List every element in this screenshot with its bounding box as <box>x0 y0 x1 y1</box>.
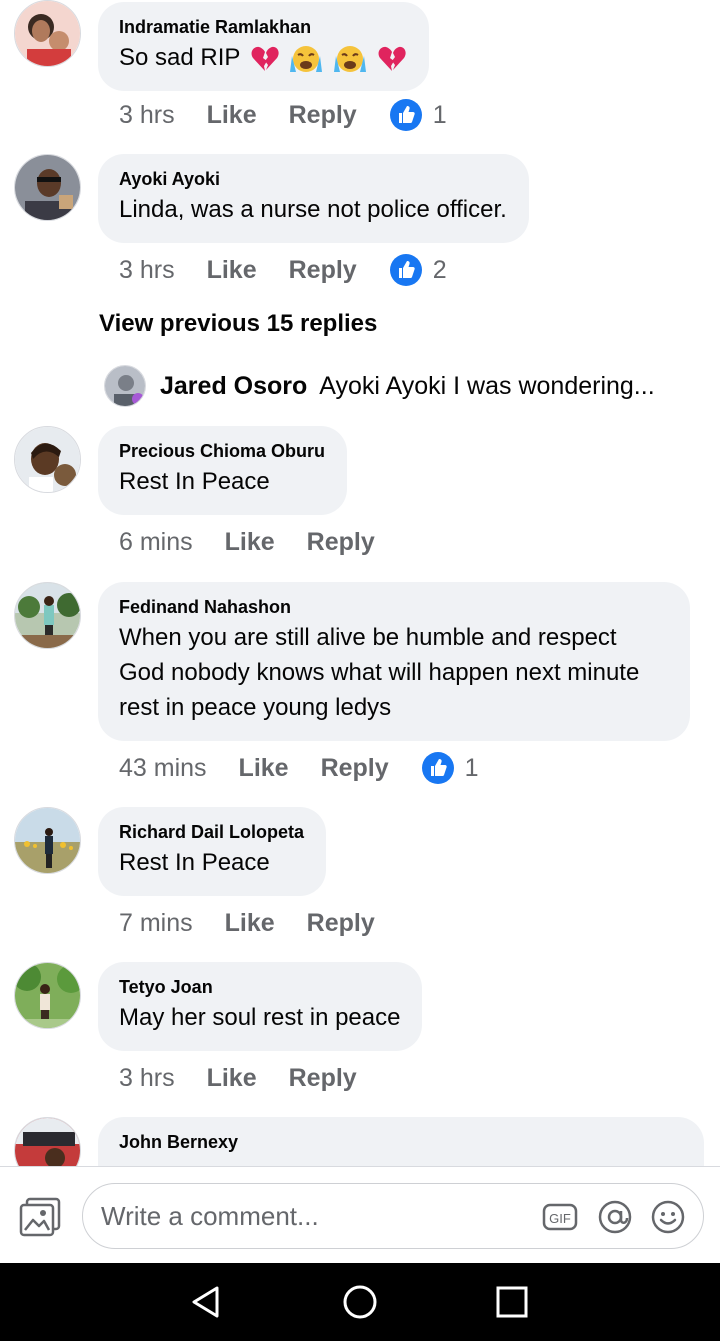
crying-face-icon <box>333 45 366 72</box>
reply-button[interactable]: Reply <box>289 101 357 130</box>
view-previous-replies-link[interactable]: View previous 15 replies <box>99 310 377 338</box>
reaction-summary[interactable]: 2 <box>389 253 447 287</box>
comment-time[interactable]: 43 mins <box>119 754 207 783</box>
comment-actions: 3 hrs Like Reply <box>119 1061 389 1095</box>
like-reaction-icon <box>389 99 422 131</box>
comment-actions: 3 hrs Like Reply 2 <box>119 253 447 287</box>
reaction-count: 1 <box>432 100 447 129</box>
comment-input-placeholder[interactable]: Write a comment... <box>101 1201 319 1232</box>
like-reaction-icon <box>389 254 422 286</box>
comment-text: May her soul rest in peace <box>119 1004 401 1031</box>
avatar[interactable] <box>14 807 81 874</box>
comment-input[interactable]: Write a comment... GIF <box>82 1183 704 1249</box>
comment-author[interactable]: Richard Dail Lolopeta <box>119 821 304 843</box>
mention-icon[interactable] <box>597 1199 633 1235</box>
comment-author[interactable]: Tetyo Joan <box>119 976 400 998</box>
comment-text: So sad RIP <box>119 40 407 75</box>
home-icon[interactable] <box>343 1285 377 1319</box>
comment-bubble[interactable]: Fedinand Nahashon When you are still ali… <box>98 582 690 741</box>
avatar[interactable] <box>14 154 81 221</box>
comment-composer: Write a comment... GIF <box>0 1166 720 1263</box>
reply-preview[interactable]: Jared Osoro Ayoki Ayoki I was wondering.… <box>104 365 714 407</box>
reply-button[interactable]: Reply <box>289 256 357 285</box>
emoji-icon[interactable] <box>650 1199 686 1235</box>
comment-feed: Indramatie Ramlakhan So sad RIP 3 hrs Li… <box>0 0 720 1166</box>
comment-text: Rest In Peace <box>119 468 270 495</box>
comment-actions: 43 mins Like Reply 1 <box>119 751 479 785</box>
reply-button[interactable]: Reply <box>289 1064 357 1093</box>
comment-actions: 3 hrs Like Reply 1 <box>119 98 447 132</box>
avatar[interactable] <box>14 0 81 67</box>
avatar[interactable] <box>14 1117 81 1166</box>
reply-author[interactable]: Jared Osoro <box>160 372 307 401</box>
svg-text:GIF: GIF <box>549 1211 571 1226</box>
comment-time[interactable]: 3 hrs <box>119 256 175 285</box>
reply-button[interactable]: Reply <box>321 754 389 783</box>
avatar[interactable] <box>14 426 81 493</box>
gif-icon[interactable]: GIF <box>542 1199 578 1235</box>
crying-face-icon <box>290 45 323 72</box>
comment-time[interactable]: 3 hrs <box>119 101 175 130</box>
comment-bubble[interactable]: Ayoki Ayoki Linda, was a nurse not polic… <box>98 154 529 243</box>
comment-time[interactable]: 7 mins <box>119 909 193 938</box>
comment-text: Linda, was a nurse not police officer. <box>119 196 507 223</box>
comment-actions: 7 mins Like Reply <box>119 906 407 940</box>
like-button[interactable]: Like <box>207 256 257 285</box>
reaction-count: 2 <box>432 255 447 284</box>
comment-bubble[interactable]: Richard Dail Lolopeta Rest In Peace <box>98 807 327 896</box>
back-icon[interactable] <box>189 1285 223 1319</box>
comment-bubble[interactable]: Indramatie Ramlakhan So sad RIP <box>98 2 429 91</box>
comment-text: When you are still alive be humble and r… <box>119 624 640 721</box>
comment-text: Rest In Peace <box>119 849 270 876</box>
comment-author[interactable]: Ayoki Ayoki <box>119 168 507 190</box>
comment-bubble[interactable]: Tetyo Joan May her soul rest in peace <box>98 962 423 1051</box>
comment-actions: 6 mins Like Reply <box>119 525 407 559</box>
recents-icon[interactable] <box>495 1285 529 1319</box>
comment-author[interactable]: Indramatie Ramlakhan <box>119 16 407 38</box>
like-button[interactable]: Like <box>207 101 257 130</box>
reaction-count: 1 <box>464 753 479 782</box>
like-reaction-icon <box>421 752 454 784</box>
reply-button[interactable]: Reply <box>307 528 375 557</box>
avatar[interactable] <box>104 365 146 407</box>
avatar[interactable] <box>14 582 81 649</box>
photo-icon[interactable] <box>19 1197 61 1237</box>
broken-heart-icon <box>251 46 279 71</box>
like-button[interactable]: Like <box>239 754 289 783</box>
comment-time[interactable]: 3 hrs <box>119 1064 175 1093</box>
comment-time[interactable]: 6 mins <box>119 528 193 557</box>
comment-bubble[interactable]: Precious Chioma Oburu Rest In Peace <box>98 426 348 515</box>
like-button[interactable]: Like <box>207 1064 257 1093</box>
like-button[interactable]: Like <box>225 909 275 938</box>
reply-text: Ayoki Ayoki I was wondering... <box>319 371 655 400</box>
comment-bubble[interactable]: John Bernexy <box>98 1117 704 1166</box>
reaction-summary[interactable]: 1 <box>421 751 479 785</box>
broken-heart-icon <box>378 46 406 71</box>
comment-author[interactable]: Precious Chioma Oburu <box>119 440 325 462</box>
comment-author[interactable]: John Bernexy <box>119 1131 682 1153</box>
reply-button[interactable]: Reply <box>307 909 375 938</box>
like-button[interactable]: Like <box>225 528 275 557</box>
system-nav-bar <box>0 1263 720 1341</box>
reaction-summary[interactable]: 1 <box>389 98 447 132</box>
avatar[interactable] <box>14 962 81 1029</box>
comment-author[interactable]: Fedinand Nahashon <box>119 596 668 618</box>
